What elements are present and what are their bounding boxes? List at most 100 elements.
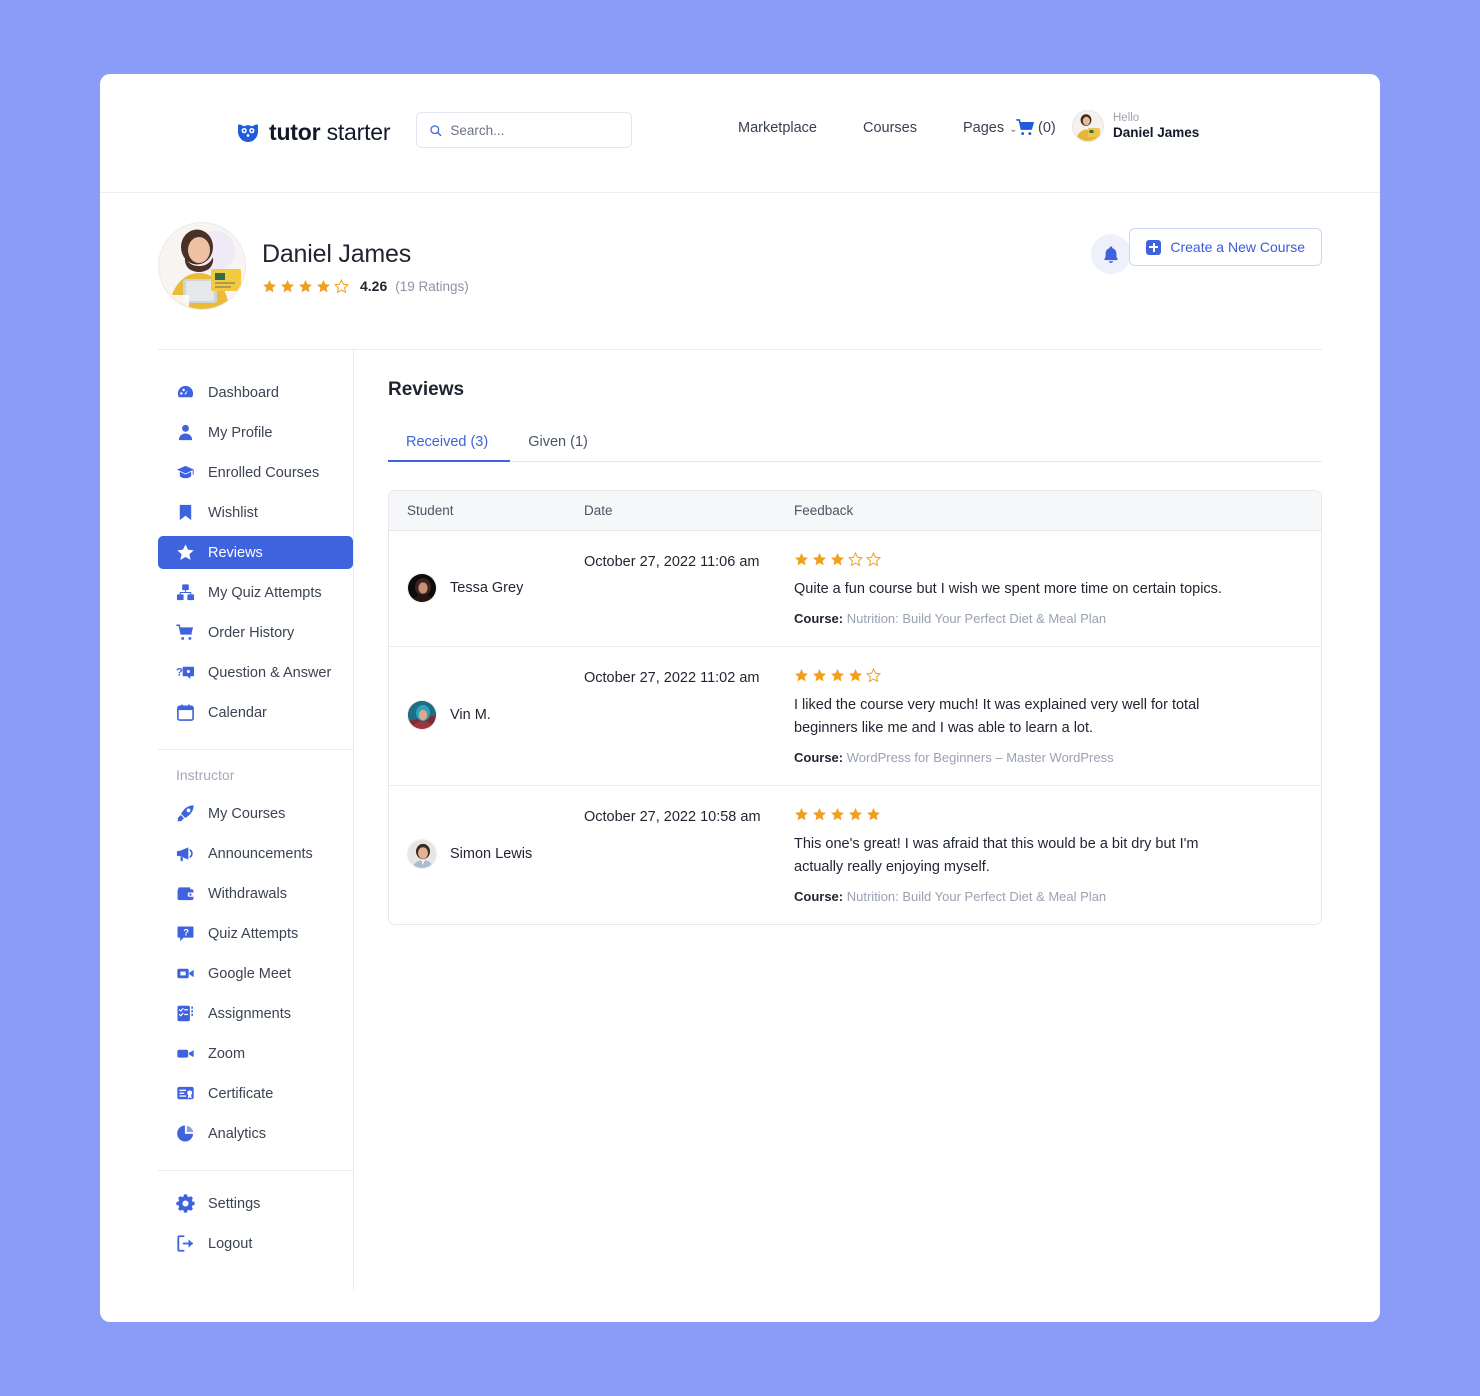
sidebar-item-my-courses[interactable]: My Courses	[158, 797, 353, 830]
avatar	[1072, 110, 1104, 142]
logo-text-light: starter	[320, 119, 391, 145]
sidebar-item-label: Logout	[208, 1235, 253, 1252]
primary-nav-links: Marketplace Courses Pages ⌄	[738, 120, 1018, 136]
avatar-image	[1073, 111, 1103, 141]
nav-link-pages[interactable]: Pages ⌄	[963, 120, 1018, 136]
video-icon	[176, 1044, 195, 1063]
dashboard-icon	[176, 383, 195, 402]
sidebar-item-announcements[interactable]: Announcements	[158, 837, 353, 870]
star-filled-icon	[867, 808, 880, 821]
review-star-rating	[794, 668, 1321, 683]
table-row: Simon Lewis October 27, 2022 10:58 am Th…	[389, 786, 1321, 924]
sidebar-item-withdrawals[interactable]: Withdrawals	[158, 877, 353, 910]
sidebar-item-my-quiz-attempts[interactable]: My Quiz Attempts	[158, 576, 353, 609]
star-empty-icon	[866, 552, 881, 567]
sidebar-item-enrolled-courses[interactable]: Enrolled Courses	[158, 456, 353, 489]
sidebar-item-assignments[interactable]: Assignments	[158, 997, 353, 1030]
sidebar-item-label: Question & Answer	[208, 664, 332, 681]
star-empty-icon	[866, 668, 881, 683]
calendar-icon	[176, 703, 195, 722]
star-empty-icon	[848, 552, 863, 567]
search-box[interactable]	[416, 112, 632, 148]
sidebar-item-quiz-attempts[interactable]: ? Quiz Attempts	[158, 917, 353, 950]
course-name[interactable]: WordPress for Beginners – Master WordPre…	[847, 750, 1114, 765]
sidebar-item-logout[interactable]: Logout	[158, 1227, 353, 1260]
sidebar-item-label: My Profile	[208, 424, 273, 441]
bell-icon	[1104, 245, 1118, 263]
notifications-button[interactable]	[1091, 234, 1131, 274]
sidebar-item-label: Analytics	[208, 1125, 267, 1142]
megaphone-icon	[176, 844, 195, 863]
sidebar-item-label: Calendar	[208, 704, 267, 721]
sidebar-group-instructor: Instructor My Courses Announcements With…	[158, 749, 353, 1170]
sidebar-item-my-profile[interactable]: My Profile	[158, 416, 353, 449]
profile-avatar-image	[159, 223, 245, 309]
search-input[interactable]	[450, 122, 619, 138]
course-line: Course: WordPress for Beginners – Master…	[794, 750, 1321, 765]
sidebar-item-label: My Courses	[208, 805, 286, 822]
user-menu[interactable]: Hello Daniel James	[1072, 110, 1199, 142]
tab-received[interactable]: Received (3)	[388, 425, 511, 462]
sidebar-item-settings[interactable]: Settings	[158, 1187, 353, 1220]
sidebar-item-calendar[interactable]: Calendar	[158, 696, 353, 729]
profile-star-rating	[262, 278, 349, 294]
course-name[interactable]: Nutrition: Build Your Perfect Diet & Mea…	[847, 889, 1106, 904]
tab-given[interactable]: Given (1)	[510, 425, 610, 461]
sidebar-item-label: Order History	[208, 624, 295, 641]
reviews-tabs: Received (3) Given (1)	[388, 425, 1322, 462]
student-avatar-image	[408, 701, 436, 730]
user-icon	[176, 423, 195, 442]
site-logo[interactable]: tutor starter	[236, 119, 391, 146]
nav-link-pages-label: Pages	[962, 120, 1005, 136]
sidebar-item-question-answer[interactable]: ? Question & Answer	[158, 656, 353, 689]
course-name[interactable]: Nutrition: Build Your Perfect Diet & Mea…	[847, 611, 1106, 626]
student-avatar-image	[408, 573, 436, 602]
sidebar-item-dashboard[interactable]: Dashboard	[158, 376, 353, 409]
sidebar-item-order-history[interactable]: Order History	[158, 616, 353, 649]
star-icon	[176, 543, 195, 562]
sidebar-item-label: Settings	[208, 1195, 261, 1212]
star-filled-icon	[795, 808, 808, 821]
sidebar-item-label: Enrolled Courses	[208, 464, 320, 481]
greeting-label: Hello	[1113, 111, 1140, 124]
student-name: Simon Lewis	[450, 846, 533, 863]
student-cell: Simon Lewis	[389, 804, 584, 904]
sidebar-group-student: Dashboard My Profile Enrolled Courses Wi…	[158, 376, 353, 749]
student-name: Vin M.	[450, 707, 491, 724]
rocket-icon	[176, 804, 195, 823]
top-navigation-bar: tutor starter Marketplace Courses Pages⌄	[100, 74, 1380, 193]
sidebar: Dashboard My Profile Enrolled Courses Wi…	[100, 350, 354, 1290]
checklist-icon	[176, 1004, 195, 1023]
star-filled-icon	[849, 808, 862, 821]
table-row: Vin M. October 27, 2022 11:02 am I liked…	[389, 647, 1321, 787]
quiz-blocks-icon	[176, 583, 195, 602]
course-label: Course:	[794, 750, 844, 766]
page-root: tutor starter Marketplace Courses Pages⌄	[0, 0, 1480, 1396]
course-label: Course:	[794, 611, 844, 627]
sidebar-item-google-meet[interactable]: Google Meet	[158, 957, 353, 990]
sidebar-item-label: Quiz Attempts	[208, 925, 299, 942]
star-filled-icon	[795, 669, 808, 682]
nav-link-marketplace[interactable]: Marketplace	[738, 120, 817, 136]
sidebar-item-reviews[interactable]: Reviews	[158, 536, 353, 569]
nav-link-courses[interactable]: Courses	[863, 120, 917, 136]
content-body: Dashboard My Profile Enrolled Courses Wi…	[100, 350, 1380, 1290]
sidebar-item-analytics[interactable]: Analytics	[158, 1117, 353, 1150]
create-new-course-button[interactable]: Create a New Course	[1129, 228, 1322, 266]
cart-button[interactable]: (0)	[1016, 118, 1056, 137]
owl-logo-icon	[238, 123, 258, 142]
sidebar-item-zoom[interactable]: Zoom	[158, 1037, 353, 1070]
question-bubble-icon: ?	[176, 924, 195, 943]
sidebar-item-certificate[interactable]: Certificate	[158, 1077, 353, 1110]
avatar	[407, 572, 437, 603]
sidebar-item-wishlist[interactable]: Wishlist	[158, 496, 353, 529]
course-line: Course: Nutrition: Build Your Perfect Di…	[794, 889, 1321, 904]
star-filled-icon	[813, 669, 826, 682]
profile-avatar	[158, 222, 246, 310]
star-filled-icon	[281, 279, 294, 292]
section-title: Reviews	[388, 379, 465, 400]
user-name-label: Daniel James	[1113, 124, 1200, 140]
reviews-table: Student Date Feedback Tessa Grey October…	[388, 490, 1322, 926]
review-star-rating	[794, 552, 1321, 567]
wallet-icon	[176, 884, 195, 903]
